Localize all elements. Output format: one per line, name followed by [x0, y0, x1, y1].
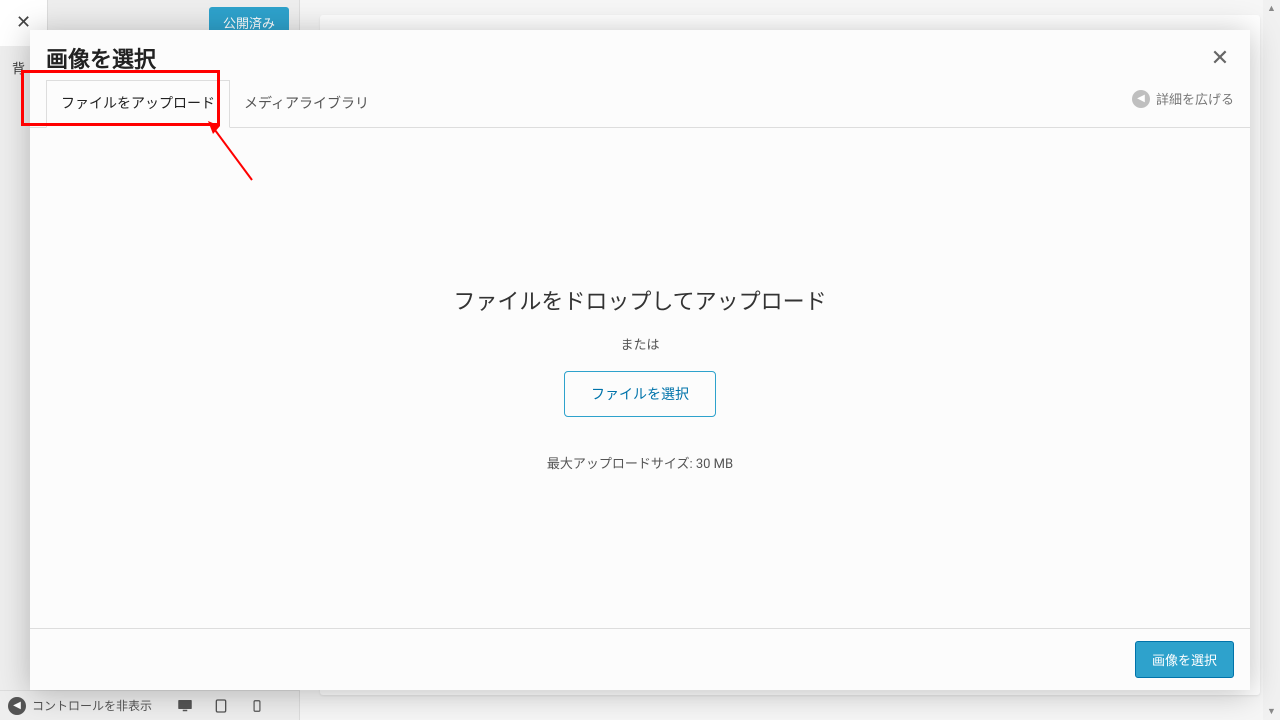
upload-dropzone[interactable]: ファイルをドロップしてアップロード または ファイルを選択 最大アップロードサイ…	[30, 128, 1250, 628]
desktop-icon[interactable]	[176, 697, 194, 715]
expand-details-button[interactable]: ◀ 詳細を広げる	[1132, 89, 1234, 118]
tab-media-library[interactable]: メディアライブラリ	[230, 81, 383, 127]
window-scrollbar[interactable]: ▲ ▼	[1263, 0, 1280, 720]
close-icon: ✕	[1211, 46, 1229, 71]
chevron-left-icon: ◀	[8, 697, 26, 715]
tablet-icon[interactable]	[212, 697, 230, 715]
modal-tabs: ファイルをアップロード メディアライブラリ ◀ 詳細を広げる	[30, 80, 1250, 128]
scroll-down-icon[interactable]: ▼	[1263, 703, 1280, 720]
chevron-left-icon: ◀	[1132, 90, 1150, 108]
dropzone-or-text: または	[620, 334, 659, 353]
collapse-label: コントロールを非表示	[32, 697, 152, 714]
select-file-button[interactable]: ファイルを選択	[564, 371, 716, 417]
device-icons	[176, 697, 266, 715]
select-image-button[interactable]: 画像を選択	[1135, 641, 1234, 678]
modal-header: 画像を選択	[30, 30, 1250, 80]
close-icon: ✕	[16, 12, 31, 33]
sidebar-footer: ◀ コントロールを非表示	[0, 690, 299, 720]
expand-details-label: 詳細を広げる	[1156, 89, 1234, 108]
tab-upload-files[interactable]: ファイルをアップロード	[46, 80, 230, 128]
sidebar-section-label: 背	[12, 62, 25, 77]
media-modal: 画像を選択 ✕ ファイルをアップロード メディアライブラリ ◀ 詳細を広げる フ…	[30, 30, 1250, 690]
collapse-controls-button[interactable]: ◀ コントロールを非表示	[8, 697, 152, 715]
modal-title: 画像を選択	[46, 42, 1234, 74]
mobile-icon[interactable]	[248, 697, 266, 715]
modal-close-button[interactable]: ✕	[1206, 44, 1234, 72]
modal-footer: 画像を選択	[30, 628, 1250, 690]
max-upload-size: 最大アップロードサイズ: 30 MB	[547, 453, 733, 472]
dropzone-heading: ファイルをドロップしてアップロード	[453, 284, 826, 316]
scroll-up-icon[interactable]: ▲	[1263, 0, 1280, 17]
